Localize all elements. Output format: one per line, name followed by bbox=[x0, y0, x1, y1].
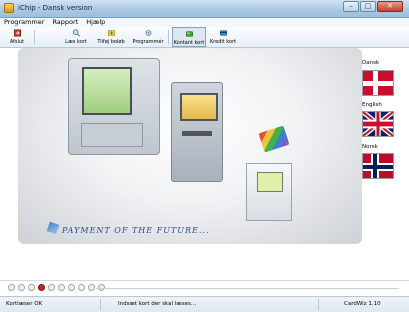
hero-tagline: PAYMENT OF THE FUTURE... bbox=[62, 226, 210, 235]
language-label-danish: Dansk bbox=[362, 60, 380, 66]
english-flag-button[interactable] bbox=[362, 111, 394, 137]
exit-icon bbox=[13, 29, 21, 37]
app-icon bbox=[4, 3, 14, 13]
program-button[interactable]: Programmér bbox=[132, 27, 164, 47]
progress-dot bbox=[48, 284, 55, 291]
hero-banner: PAYMENT OF THE FUTURE... bbox=[18, 48, 362, 244]
menu-hjaelp[interactable]: Hjælp bbox=[86, 18, 105, 27]
reader-screen bbox=[257, 172, 283, 192]
close-button[interactable]: ✕ bbox=[377, 1, 403, 12]
toolbar-separator bbox=[34, 30, 35, 44]
add-money-icon bbox=[107, 30, 115, 36]
cash-card-button[interactable]: Kontant kort bbox=[172, 27, 206, 47]
maximize-button[interactable]: □ bbox=[360, 1, 376, 12]
credit-card-button[interactable]: Kredit kort bbox=[208, 27, 238, 47]
norwegian-cross-horizontal bbox=[363, 165, 393, 169]
minimize-button[interactable]: – bbox=[343, 1, 359, 12]
progress-dot bbox=[78, 284, 85, 291]
credit-card-icon bbox=[219, 30, 227, 36]
cash-card-label: Kontant kort bbox=[173, 40, 205, 46]
toolbar-separator bbox=[168, 30, 169, 44]
toolbar: Afslut Læs kort Tilføj beløb Programmér … bbox=[0, 27, 409, 48]
status-reader: Kortlæser OK bbox=[6, 301, 43, 307]
status-bar: Kortlæser OK Indsæt kort der skal læses.… bbox=[0, 296, 409, 312]
title-bar: iChip - Dansk version – □ ✕ bbox=[0, 0, 409, 18]
progress-dot bbox=[68, 284, 75, 291]
norwegian-flag-button[interactable] bbox=[362, 153, 394, 179]
cards-image bbox=[258, 125, 290, 153]
progress-dots bbox=[8, 284, 105, 291]
progress-dot bbox=[58, 284, 65, 291]
menu-bar: Programmer Rapport Hjælp bbox=[0, 18, 409, 27]
terminal-screen bbox=[82, 67, 132, 115]
read-card-label: Læs kort bbox=[65, 39, 87, 45]
progress-indicator bbox=[0, 280, 409, 296]
payment-terminal-image bbox=[68, 58, 160, 155]
gear-icon bbox=[145, 30, 151, 36]
program-label: Programmér bbox=[132, 39, 164, 45]
read-card-button[interactable]: Læs kort bbox=[64, 27, 88, 47]
credit-card-label: Kredit kort bbox=[209, 39, 237, 45]
progress-dot bbox=[18, 284, 25, 291]
exit-button[interactable]: Afslut bbox=[6, 27, 28, 47]
menu-rapport[interactable]: Rapport bbox=[52, 18, 78, 27]
recharge-label: Tilføj beløb bbox=[97, 39, 125, 45]
status-version: CardWiz 1.10 bbox=[344, 301, 381, 307]
language-label-english: English bbox=[362, 102, 382, 108]
progress-dot bbox=[28, 284, 35, 291]
window-controls: – □ ✕ bbox=[343, 1, 403, 12]
danish-flag-button[interactable] bbox=[362, 70, 394, 96]
progress-dot bbox=[88, 284, 95, 291]
cash-card-icon bbox=[185, 31, 193, 37]
status-message: Indsæt kort der skal læses... bbox=[118, 301, 197, 307]
window-title: iChip - Dansk version bbox=[18, 4, 93, 12]
card-reader-image bbox=[246, 163, 292, 221]
kiosk-card-slot bbox=[182, 131, 212, 136]
recharge-button[interactable]: Tilføj beløb bbox=[96, 27, 126, 47]
status-separator bbox=[318, 299, 319, 310]
kiosk-screen bbox=[180, 93, 218, 121]
progress-dot bbox=[38, 284, 45, 291]
menu-programmer[interactable]: Programmer bbox=[4, 18, 44, 27]
magnifier-icon bbox=[72, 29, 80, 37]
progress-divider bbox=[96, 288, 399, 289]
status-separator bbox=[100, 299, 101, 310]
kiosk-image bbox=[171, 82, 223, 182]
exit-label: Afslut bbox=[9, 39, 25, 45]
progress-dot bbox=[8, 284, 15, 291]
terminal-keypad bbox=[81, 123, 143, 147]
language-label-norwegian: Norsk bbox=[362, 144, 378, 150]
